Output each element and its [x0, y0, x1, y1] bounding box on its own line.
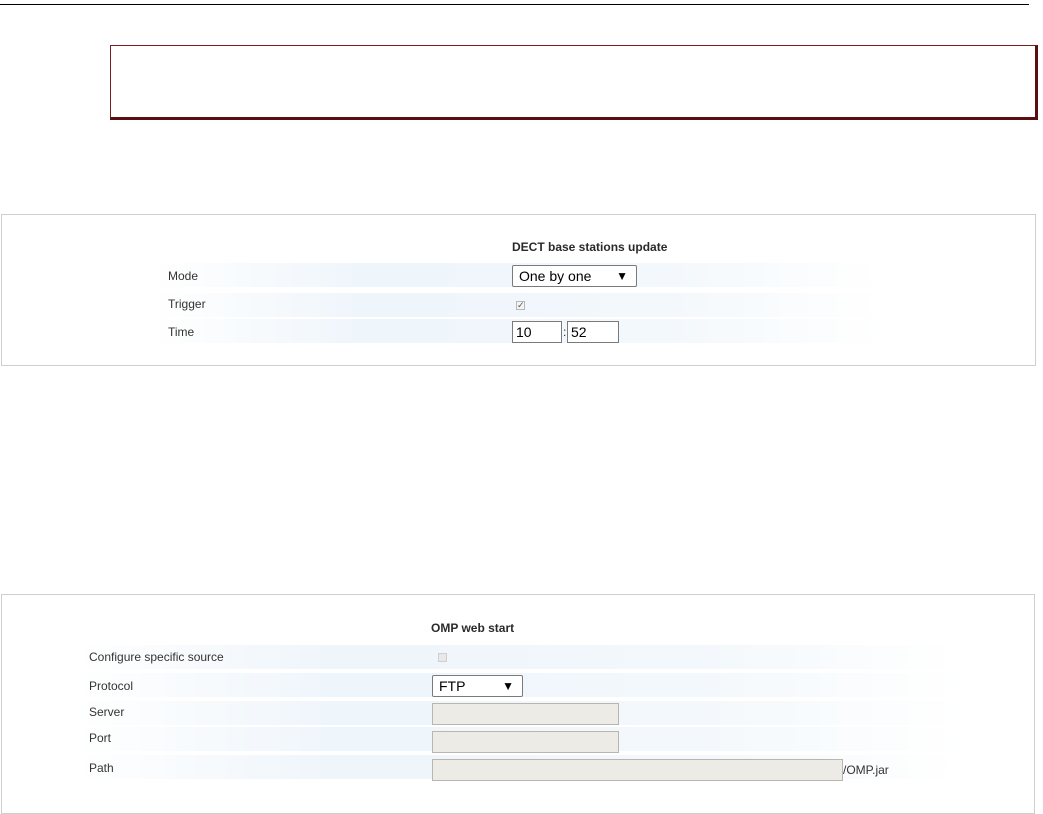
- trigger-checkbox[interactable]: ✓: [516, 301, 525, 310]
- port-input[interactable]: [432, 731, 619, 753]
- specific-source-label: Configure specific source: [89, 650, 224, 664]
- note-box: [110, 45, 1038, 120]
- mode-select[interactable]: One by one ▼: [512, 265, 637, 287]
- chevron-down-icon: ▼: [616, 269, 628, 283]
- dect-panel-title: DECT base stations update: [512, 240, 668, 254]
- omp-web-start-panel: OMP web start Configure specific source …: [1, 594, 1035, 814]
- time-hour-input[interactable]: 10: [512, 321, 562, 343]
- protocol-select-value: FTP: [439, 678, 466, 694]
- time-separator: :: [563, 325, 567, 339]
- dect-update-panel: DECT base stations update Mode One by on…: [1, 214, 1036, 366]
- trigger-label: Trigger: [168, 297, 206, 311]
- mode-label: Mode: [168, 269, 199, 283]
- server-label: Server: [89, 705, 125, 719]
- server-input[interactable]: [432, 703, 619, 725]
- protocol-select[interactable]: FTP ▼: [432, 675, 523, 697]
- time-minute-input[interactable]: 52: [567, 321, 619, 343]
- port-label: Port: [89, 731, 112, 745]
- protocol-label: Protocol: [89, 679, 134, 693]
- mode-select-value: One by one: [519, 268, 592, 284]
- path-input[interactable]: [432, 759, 843, 781]
- path-suffix: /OMP.jar: [843, 763, 889, 777]
- specific-source-checkbox[interactable]: [438, 653, 447, 662]
- time-label: Time: [168, 325, 195, 339]
- top-divider: [0, 4, 1029, 5]
- path-label: Path: [89, 761, 114, 775]
- chevron-down-icon: ▼: [502, 679, 514, 693]
- omp-panel-title: OMP web start: [431, 621, 515, 635]
